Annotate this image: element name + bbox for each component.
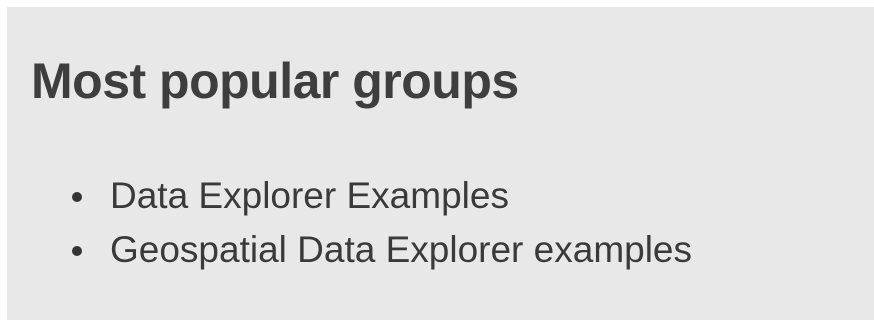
popular-groups-panel: Most popular groups Data Explorer Exampl… (7, 7, 874, 320)
bullet-icon (72, 246, 82, 256)
list-item: Data Explorer Examples (7, 169, 692, 223)
group-link-data-explorer-examples[interactable]: Data Explorer Examples (110, 169, 509, 223)
bullet-icon (72, 192, 82, 202)
group-link-geospatial-data-explorer-examples[interactable]: Geospatial Data Explorer examples (110, 223, 692, 277)
groups-list: Data Explorer Examples Geospatial Data E… (7, 169, 692, 277)
panel-title: Most popular groups (31, 53, 519, 109)
list-item: Geospatial Data Explorer examples (7, 223, 692, 277)
